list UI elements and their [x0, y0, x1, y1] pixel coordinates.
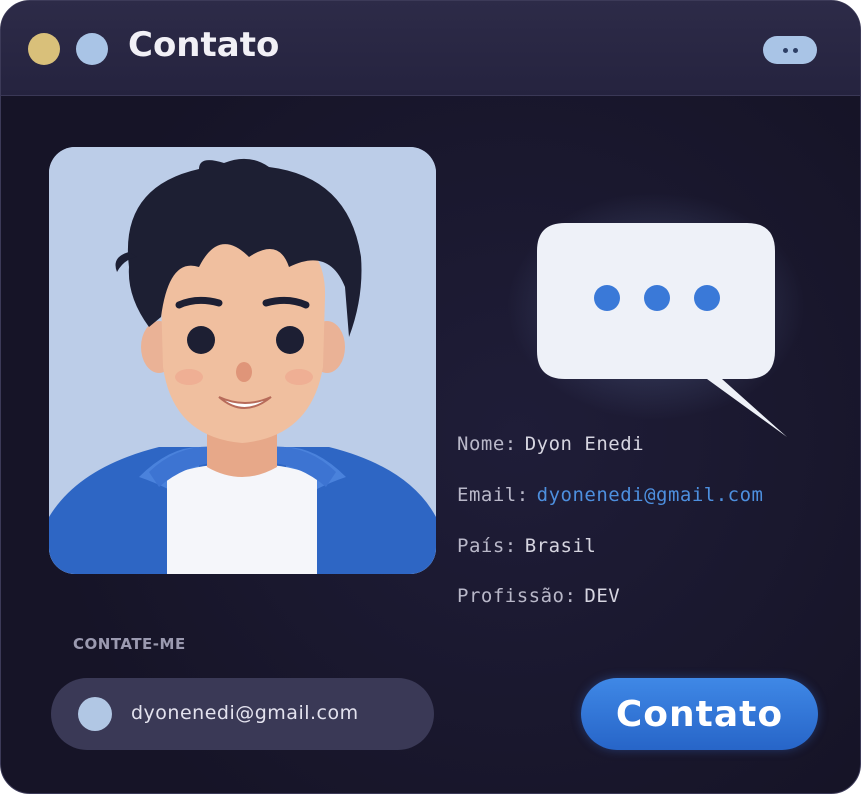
email-link[interactable]: dyonenedi@gmail.com [537, 484, 764, 506]
contact-button[interactable]: Contato [581, 678, 818, 750]
info-row-nome: Nome: Dyon Enedi [457, 433, 644, 455]
email-label: Email: [457, 484, 529, 506]
chat-bubble-icon [537, 223, 797, 443]
pais-value: Brasil [524, 535, 597, 557]
contact-section-label: CONTATE-ME [73, 635, 186, 653]
avatar [49, 147, 436, 574]
window-dot-blue[interactable] [76, 33, 108, 65]
email-dot-icon [78, 697, 112, 731]
info-row-email: Email: dyonenedi@gmail.com [457, 484, 763, 506]
window-title: Contato [128, 25, 280, 65]
more-menu-button[interactable] [763, 36, 817, 64]
title-bar: Contato [1, 1, 860, 96]
nome-value: Dyon Enedi [524, 433, 645, 455]
info-row-pais: País: Brasil [457, 535, 596, 557]
avatar-illustration [49, 147, 436, 574]
more-horizontal-icon-dot [792, 47, 798, 53]
email-field[interactable]: dyonenedi@gmail.com [51, 678, 434, 750]
window-dot-yellow[interactable] [28, 33, 60, 65]
email-field-value: dyonenedi@gmail.com [131, 702, 359, 724]
more-horizontal-icon [782, 47, 788, 53]
nome-label: Nome: [457, 433, 517, 455]
info-row-profissao: Profissão: DEV [457, 585, 620, 607]
contact-window: Contato Nome: Dyon Enedi Email: dyonened… [0, 0, 861, 794]
profissao-label: Profissão: [457, 585, 577, 607]
pais-label: País: [457, 535, 517, 557]
profissao-value: DEV [584, 585, 621, 607]
